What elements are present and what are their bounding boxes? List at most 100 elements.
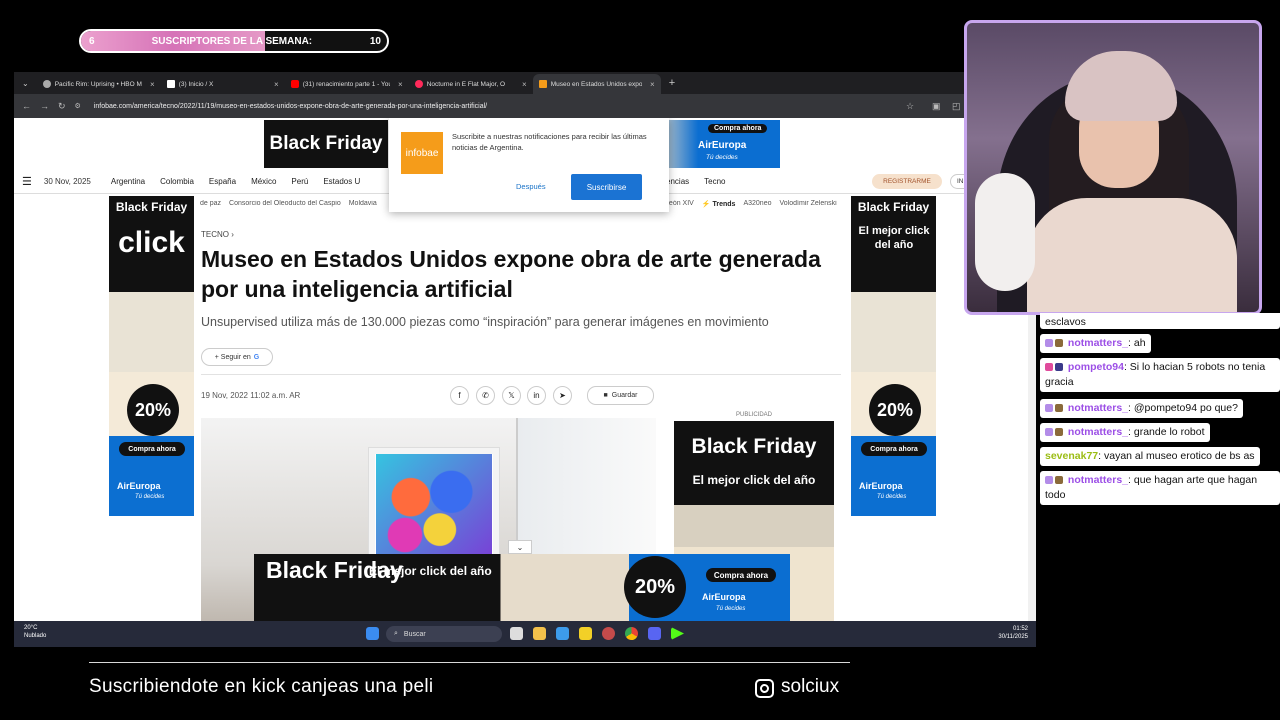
inline-ad-title: Black Friday — [691, 435, 817, 458]
x-icon — [166, 80, 175, 88]
photos-icon[interactable] — [556, 627, 569, 640]
nav-estados-unidos[interactable]: Estados U — [323, 177, 360, 186]
chat-username[interactable]: notmatters_ — [1068, 402, 1128, 414]
nav-mexico[interactable]: México — [251, 177, 276, 186]
sub-goal-target: 10 — [369, 35, 381, 47]
chat-username[interactable]: sevenak77 — [1045, 450, 1098, 462]
trend-item[interactable]: Volodímir Zelenski — [779, 200, 836, 214]
side-ad-subtitle: El mejor click del año — [858, 225, 930, 252]
ai-artwork — [376, 454, 492, 562]
trend-item[interactable]: Consorcio del Oleoducto del Caspio — [229, 200, 341, 214]
bottom-ad-brand: AirEuropa — [702, 592, 746, 602]
x-share-icon[interactable]: 𝕏 — [502, 386, 521, 405]
chat-text: : grande lo robot — [1128, 426, 1205, 438]
chat-username[interactable]: notmatters_ — [1068, 337, 1128, 349]
chrome-icon[interactable] — [625, 627, 638, 640]
sticky-notes-icon[interactable] — [579, 627, 592, 640]
chat-username[interactable]: notmatters_ — [1068, 474, 1128, 486]
bookmark-star-icon[interactable]: ☆ — [906, 101, 914, 112]
nav-peru[interactable]: Perú — [291, 177, 308, 186]
tab-list-icon[interactable]: ⌄ — [22, 79, 29, 88]
cast-icon[interactable]: ▣ — [932, 101, 941, 112]
tab-label: Museo en Estados Unidos expo — [550, 80, 643, 88]
inline-ad-subtitle: El mejor click del año — [692, 473, 816, 487]
forward-icon[interactable]: → — [40, 101, 49, 111]
chat-username[interactable]: pompeto94 — [1068, 361, 1124, 373]
left-side-ad[interactable]: Black Friday click 20% Compra ahora AirE… — [109, 196, 194, 516]
infobae-icon — [538, 80, 547, 88]
nav-colombia[interactable]: Colombia — [160, 177, 194, 186]
taskbar-search[interactable]: ⌕ Buscar — [386, 626, 502, 642]
side-ad-button: Compra ahora — [861, 442, 927, 456]
trend-item[interactable]: de paz — [200, 200, 221, 214]
section-label[interactable]: TECNO › — [201, 230, 234, 239]
article-subheadline: Unsupervised utiliza más de 130.000 piez… — [201, 315, 769, 329]
tab-hbo[interactable]: Pacific Rim: Uprising • HBO Ma × — [37, 74, 161, 94]
collapse-ad-chevron-icon[interactable]: ⌄ — [508, 540, 532, 554]
headphones — [1065, 51, 1177, 121]
sub-goal-label: SUSCRIPTORES DE LA SEMANA: — [151, 35, 313, 47]
close-icon[interactable]: × — [522, 80, 527, 89]
tab-infobae[interactable]: Museo en Estados Unidos expo × — [532, 74, 661, 94]
side-ad-click: click — [118, 226, 185, 259]
nav-date: 30 Nov, 2025 — [43, 177, 91, 186]
subscribe-button[interactable]: Suscribirse — [571, 174, 642, 200]
chat-message: notmatters_: que hagan arte que hagan to… — [1040, 471, 1280, 506]
later-button[interactable]: Después — [516, 182, 546, 191]
follow-label: + Seguir en — [214, 353, 251, 361]
plush-bunny — [975, 173, 1035, 291]
bottom-ad-subtitle: El mejor click del año — [369, 564, 492, 578]
site-info-icon[interactable]: ⚙ — [75, 102, 81, 110]
system-clock[interactable]: 01:52 30/11/2025 — [998, 626, 1028, 642]
right-side-ad[interactable]: Black Friday El mejor click del año 20% … — [851, 196, 936, 516]
discord-icon[interactable] — [648, 627, 661, 640]
tab-label: Pacific Rim: Uprising • HBO Ma — [54, 80, 143, 88]
top-ad-buy-button: Compra ahora — [708, 124, 768, 133]
top-ad-black-friday: Black Friday — [264, 120, 388, 168]
tab-label: (3) Inicio / X — [178, 80, 214, 88]
trend-item[interactable]: A320neo — [743, 200, 771, 214]
chat-text: esclavos — [1045, 316, 1086, 328]
side-ad-title: Black Friday — [857, 200, 930, 214]
bottom-sticky-ad[interactable]: Black Friday El mejor click del año 20% … — [254, 554, 790, 621]
music-icon — [414, 80, 423, 88]
tab-youtube[interactable]: (31) renacimiento parte 1 - You × — [285, 74, 409, 94]
gift-badge-icon — [1055, 476, 1063, 484]
task-view-icon[interactable] — [510, 627, 523, 640]
chat-username[interactable]: notmatters_ — [1068, 426, 1128, 438]
close-icon[interactable]: × — [398, 80, 403, 89]
side-ad-button: Compra ahora — [119, 442, 185, 456]
obs-icon[interactable] — [602, 627, 615, 640]
linkedin-share-icon[interactable]: in — [527, 386, 546, 405]
kick-icon[interactable] — [671, 627, 684, 640]
facebook-share-icon[interactable]: f — [450, 386, 469, 405]
reload-icon[interactable]: ↻ — [58, 101, 66, 112]
whatsapp-share-icon[interactable]: ✆ — [476, 386, 495, 405]
file-explorer-icon[interactable] — [533, 627, 546, 640]
side-ad-brand: AirEuropa — [859, 481, 903, 491]
nav-tecno[interactable]: Tecno — [704, 177, 725, 186]
mod-badge-icon — [1055, 363, 1063, 371]
close-icon[interactable]: × — [650, 80, 655, 89]
new-tab-button[interactable]: + — [669, 77, 675, 89]
tab-music[interactable]: Nocturne in E Flat Major, O × — [409, 74, 533, 94]
trend-item[interactable]: Moldavia — [349, 200, 377, 214]
close-icon[interactable]: × — [150, 80, 155, 89]
tab-x[interactable]: (3) Inicio / X × — [161, 74, 285, 94]
follow-on-google-button[interactable]: + Seguir en G — [201, 348, 273, 366]
extensions-icon[interactable]: ◰ — [952, 101, 961, 112]
close-icon[interactable]: × — [274, 80, 279, 89]
weather-widget[interactable]: 20°C Nublado — [24, 625, 46, 641]
menu-icon[interactable]: ☰ — [22, 175, 32, 188]
nav-espana[interactable]: España — [209, 177, 236, 186]
nav-argentina[interactable]: Argentina — [111, 177, 145, 186]
register-button[interactable]: REGISTRARME — [872, 174, 942, 189]
footer-divider — [89, 662, 850, 663]
search-placeholder: Buscar — [403, 630, 426, 638]
url-input[interactable]: infobae.com/america/tecno/2022/11/19/mus… — [94, 103, 487, 110]
telegram-share-icon[interactable]: ➤ — [553, 386, 572, 405]
windows-start-icon[interactable] — [366, 627, 379, 640]
streamer-shirt — [1027, 198, 1237, 312]
back-icon[interactable]: ← — [22, 101, 31, 111]
save-button[interactable]: ■ Guardar — [587, 386, 654, 405]
